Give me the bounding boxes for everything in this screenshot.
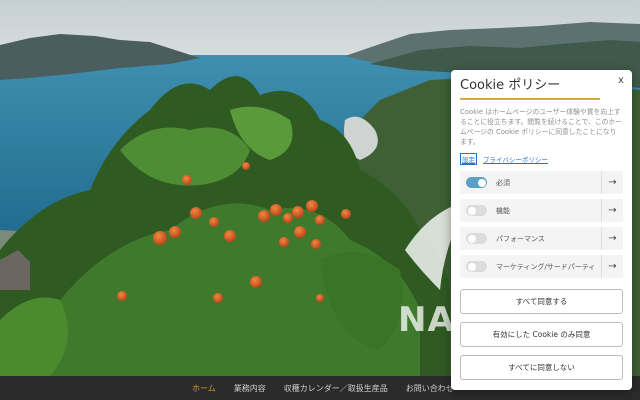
arrow-right-icon[interactable]: → bbox=[601, 199, 623, 222]
arrow-right-icon[interactable]: → bbox=[601, 171, 623, 194]
brand-logo-text: NA bbox=[398, 300, 455, 340]
settings-link[interactable]: 設定 bbox=[460, 153, 477, 165]
category-required[interactable]: 必須 → bbox=[460, 171, 623, 194]
privacy-policy-link[interactable]: プライバシーポリシー bbox=[483, 154, 548, 164]
arrow-right-icon[interactable]: → bbox=[601, 227, 623, 250]
cookie-category-list: 必須 → 機能 → パフォーマンス → マーケティング/サードパーティ → bbox=[460, 171, 623, 278]
category-label: 必須 bbox=[496, 178, 510, 187]
toggle-knob bbox=[477, 178, 486, 187]
close-icon[interactable]: x bbox=[615, 75, 627, 87]
cookie-description: Cookie はホームページのユーザー体験や質を向上することに役立ちます。閲覧を… bbox=[460, 108, 622, 146]
accept-all-button[interactable]: すべて同意する bbox=[460, 289, 623, 314]
reject-all-button[interactable]: すべてに同意しない bbox=[460, 355, 623, 380]
toggle-knob bbox=[467, 234, 476, 243]
category-label: マーケティング/サードパーティ bbox=[496, 262, 596, 271]
toggle-marketing[interactable] bbox=[466, 261, 487, 272]
title-divider bbox=[460, 98, 600, 100]
arrow-right-icon[interactable]: → bbox=[601, 255, 623, 278]
nav-item-harvest-calendar[interactable]: 収穫カレンダー／取扱生産品 bbox=[284, 383, 388, 394]
category-marketing[interactable]: マーケティング/サードパーティ → bbox=[460, 255, 623, 278]
toggle-knob bbox=[467, 206, 476, 215]
cookie-title: Cookie ポリシー bbox=[460, 78, 561, 93]
toggle-performance[interactable] bbox=[466, 233, 487, 244]
category-label: パフォーマンス bbox=[496, 234, 545, 243]
toggle-knob bbox=[467, 262, 476, 271]
category-functional[interactable]: 機能 → bbox=[460, 199, 623, 222]
toggle-required[interactable] bbox=[466, 177, 487, 188]
cookie-links: 設定 プライバシーポリシー bbox=[460, 153, 623, 165]
toggle-functional[interactable] bbox=[466, 205, 487, 216]
cookie-consent-panel: x Cookie ポリシー Cookie はホームページのユーザー体験や質を向上… bbox=[451, 70, 632, 390]
nav-item-home[interactable]: ホーム bbox=[192, 383, 216, 394]
nav-item-contact[interactable]: お問い合わせ bbox=[406, 383, 454, 394]
accept-selected-button[interactable]: 有効にした Cookie のみ同意 bbox=[460, 322, 623, 347]
category-performance[interactable]: パフォーマンス → bbox=[460, 227, 623, 250]
nav-item-services[interactable]: 業務内容 bbox=[234, 383, 266, 394]
category-label: 機能 bbox=[496, 206, 510, 215]
